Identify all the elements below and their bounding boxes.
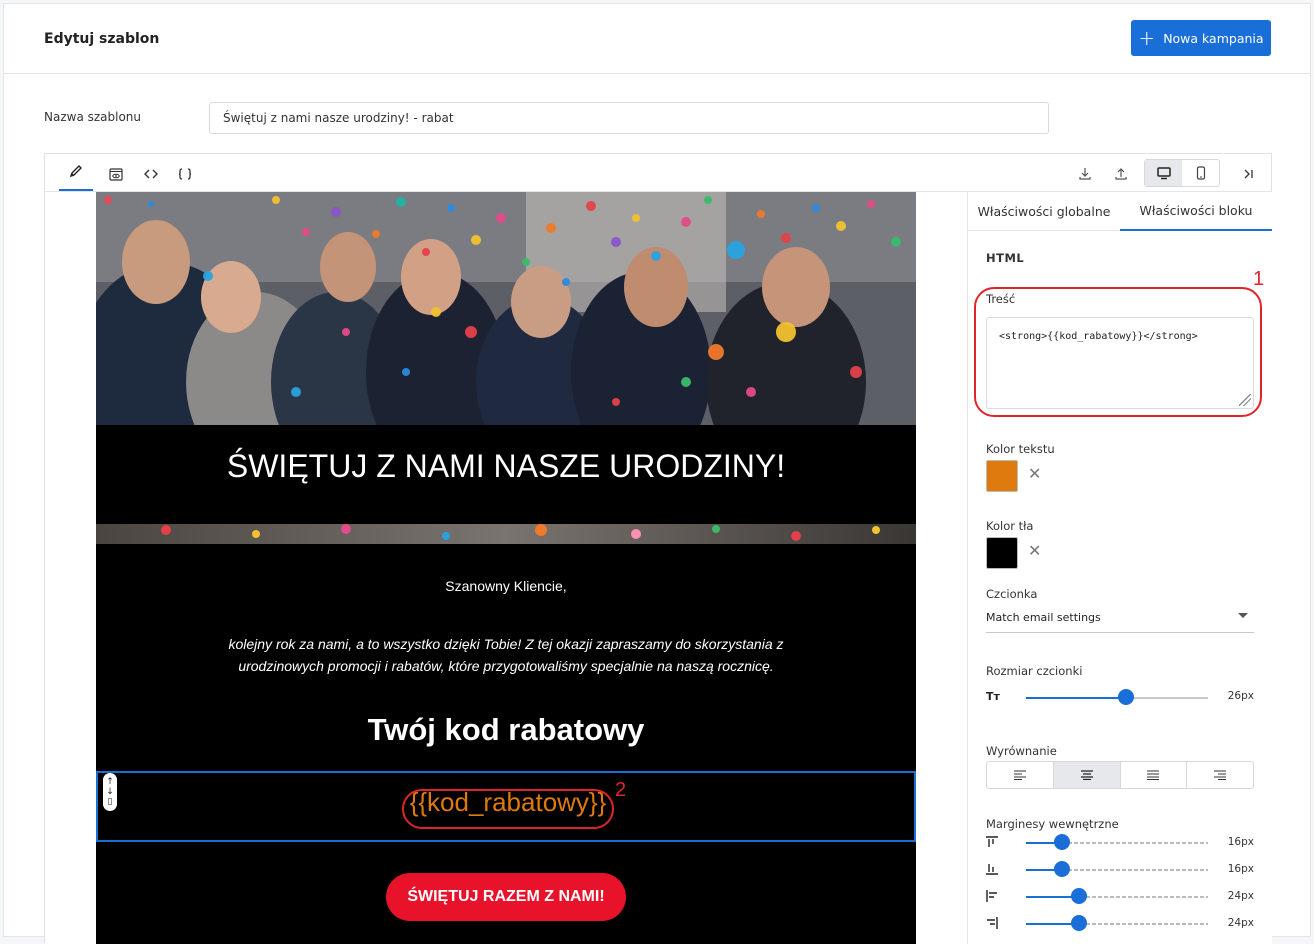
padding-left-value: 24px <box>1227 890 1254 902</box>
email-body-text[interactable]: kolejny rok za nami, a to wszystko dzięk… <box>201 633 811 677</box>
padding-label: Marginesy wewnętrzne <box>986 817 1119 831</box>
email-canvas: ŚWIĘTUJ Z NAMI NASZE URODZINY! Szanowny … <box>45 192 967 944</box>
align-left-icon[interactable] <box>987 762 1054 788</box>
email-editor: ŚWIĘTUJ Z NAMI NASZE URODZINY! Szanowny … <box>44 153 1272 944</box>
padding-left-slider[interactable] <box>1026 888 1208 904</box>
move-up-icon[interactable]: ↑ <box>106 777 114 787</box>
annotation-marker-2: 2 <box>615 779 627 801</box>
resize-handle-icon[interactable] <box>1239 394 1251 406</box>
plus-icon: + <box>1138 26 1156 50</box>
clear-bg-color-icon[interactable]: ✕ <box>1028 541 1041 560</box>
font-size-slider[interactable] <box>1026 689 1208 705</box>
new-campaign-button[interactable]: + Nowa kampania <box>1131 20 1271 56</box>
properties-panel: Właściwości globalne Właściwości bloku H… <box>967 192 1272 944</box>
template-name-row: Nazwa szablonu Świętuj z nami nasze urod… <box>44 102 1054 134</box>
bg-color-label: Kolor tła <box>986 519 1034 533</box>
font-size-label: Rozmiar czcionki <box>986 664 1083 678</box>
font-size-slider-fill <box>1026 697 1126 699</box>
tab-global-properties[interactable]: Właściwości globalne <box>968 192 1120 231</box>
align-center-icon[interactable] <box>1053 762 1121 788</box>
email-preview: ŚWIĘTUJ Z NAMI NASZE URODZINY! Szanowny … <box>96 192 916 944</box>
top-bar: Edytuj szablon + Nowa kampania <box>4 4 1310 74</box>
font-select[interactable]: Match email settings <box>986 605 1254 633</box>
annotation-marker-1: 1 <box>1253 268 1265 290</box>
align-justify-icon[interactable] <box>1121 762 1188 788</box>
app-page: Edytuj szablon + Nowa kampania Nazwa sza… <box>3 3 1311 944</box>
padding-left-icon <box>986 890 998 905</box>
cta-button[interactable]: ŚWIĘTUJ RAZEM Z NAMI! <box>386 873 626 921</box>
padding-left-slider-knob[interactable] <box>1071 888 1087 904</box>
caret-down-icon <box>1238 613 1248 618</box>
device-toggle <box>1144 159 1220 187</box>
padding-top-value: 16px <box>1227 836 1254 848</box>
editor-toolbar <box>45 154 1271 192</box>
alignment-toggle <box>986 761 1254 789</box>
template-name-input[interactable]: Świętuj z nami nasze urodziny! - rabat <box>209 102 1049 134</box>
braces-icon[interactable] <box>174 163 196 185</box>
bg-color-swatch[interactable] <box>986 537 1018 569</box>
template-name-label: Nazwa szablonu <box>44 110 142 124</box>
email-greeting[interactable]: Szanowny Kliencie, <box>96 578 916 594</box>
text-color-swatch[interactable] <box>986 460 1018 492</box>
font-size-value: 26px <box>1227 690 1254 702</box>
padding-right-slider[interactable] <box>1026 915 1208 931</box>
padding-top-slider-knob[interactable] <box>1054 834 1070 850</box>
properties-tabs: Właściwości globalne Właściwości bloku <box>968 192 1272 231</box>
font-label: Czcionka <box>986 587 1038 601</box>
upload-icon[interactable] <box>1110 163 1132 185</box>
clear-text-color-icon[interactable]: ✕ <box>1028 464 1041 483</box>
email-headline[interactable]: ŚWIĘTUJ Z NAMI NASZE URODZINY! <box>96 448 916 485</box>
content-label: Treść <box>986 292 1016 306</box>
padding-right-value: 24px <box>1227 917 1254 929</box>
padding-bottom-value: 16px <box>1227 863 1254 875</box>
mobile-icon[interactable] <box>1182 160 1219 186</box>
desktop-icon[interactable] <box>1145 160 1182 186</box>
content-value: <strong>{{kod_rabatowy}}</strong> <box>999 331 1198 342</box>
padding-top-icon <box>986 836 998 851</box>
content-textarea[interactable]: <strong>{{kod_rabatowy}}</strong> <box>986 317 1254 409</box>
text-color-label: Kolor tekstu <box>986 442 1055 456</box>
padding-right-icon <box>986 917 998 932</box>
padding-bottom-slider[interactable] <box>1026 861 1208 877</box>
align-right-icon[interactable] <box>1187 762 1253 788</box>
alignment-label: Wyrównanie <box>986 744 1057 758</box>
pencil-icon[interactable] <box>59 162 93 191</box>
selected-html-block[interactable]: ↑ ↓ ▯ {{kod_rabatowy}} 2 <box>96 771 916 842</box>
confetti-strip <box>96 524 916 544</box>
padding-top-slider[interactable] <box>1026 834 1208 850</box>
collapse-panel-icon[interactable] <box>1237 163 1259 185</box>
annotation-oval-2 <box>402 789 614 829</box>
padding-bottom-slider-knob[interactable] <box>1054 861 1070 877</box>
font-size-slider-knob[interactable] <box>1118 689 1134 705</box>
page-title: Edytuj szablon <box>44 31 160 47</box>
hero-photo <box>96 192 916 425</box>
section-title: HTML <box>986 251 1025 265</box>
discount-code-title[interactable]: Twój kod rabatowy <box>96 712 916 748</box>
code-icon[interactable] <box>140 163 162 185</box>
tab-block-properties[interactable]: Właściwości bloku <box>1120 192 1272 231</box>
eye-icon[interactable] <box>105 163 127 185</box>
text-size-icon: Tт <box>986 690 1000 703</box>
font-select-value: Match email settings <box>986 611 1101 624</box>
download-icon[interactable] <box>1074 163 1096 185</box>
new-campaign-label: Nowa kampania <box>1163 30 1264 46</box>
padding-bottom-icon <box>986 863 998 878</box>
padding-right-slider-knob[interactable] <box>1071 915 1087 931</box>
